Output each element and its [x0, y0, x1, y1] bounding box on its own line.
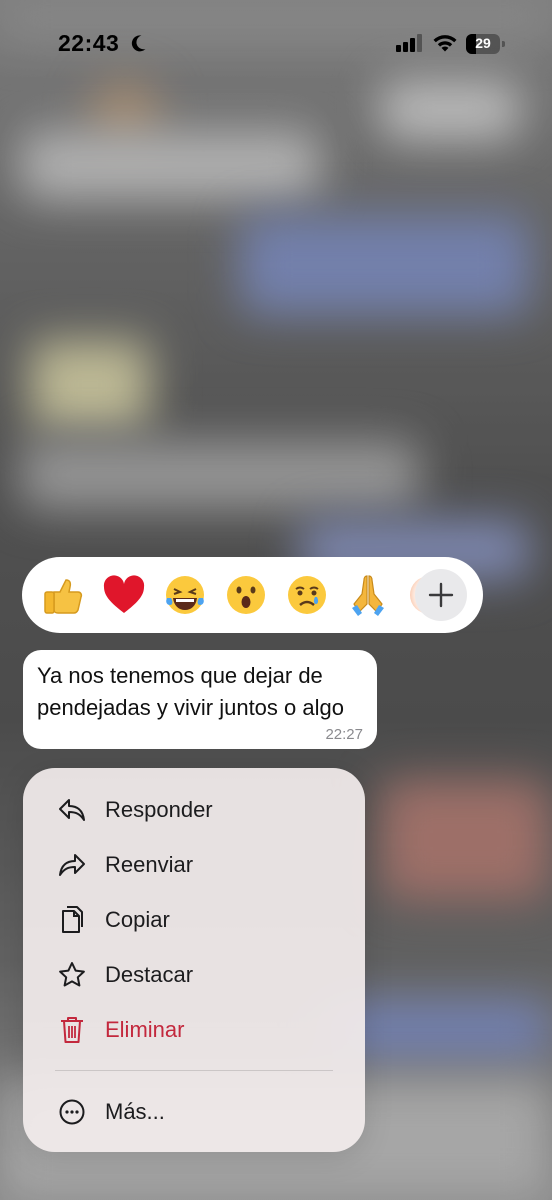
status-time: 22:43 — [58, 30, 120, 56]
reaction-bar — [22, 557, 483, 633]
plus-icon — [428, 582, 454, 608]
menu-item-copy[interactable]: Copiar — [23, 892, 365, 947]
menu-item-star[interactable]: Destacar — [23, 947, 365, 1002]
message-text: Ya nos tenemos que dejar de pendejadas y… — [37, 663, 344, 720]
selected-message-bubble[interactable]: Ya nos tenemos que dejar de pendejadas y… — [23, 650, 377, 749]
menu-item-label: Más... — [105, 1098, 165, 1124]
copy-icon — [57, 905, 87, 935]
reaction-pray[interactable] — [337, 557, 398, 633]
menu-item-label: Responder — [105, 796, 213, 822]
surprised-face-icon — [226, 576, 265, 614]
reaction-heart[interactable] — [93, 557, 154, 633]
trash-icon — [57, 1015, 87, 1045]
more-icon — [57, 1097, 87, 1127]
wifi-icon — [433, 35, 457, 52]
status-bar: 22:43 29 — [0, 0, 552, 90]
thumbs-up-icon — [43, 579, 82, 614]
moon-icon — [131, 35, 146, 52]
menu-item-forward[interactable]: Reenviar — [23, 837, 365, 892]
menu-item-label: Destacar — [105, 961, 194, 987]
message-timestamp: 22:27 — [325, 726, 363, 743]
heart-icon — [103, 575, 144, 613]
forward-icon — [57, 850, 87, 880]
crying-face-icon — [287, 576, 326, 614]
menu-item-reply[interactable]: Responder — [23, 782, 365, 837]
menu-item-label: Copiar — [105, 906, 170, 932]
battery-level: 29 — [475, 35, 491, 51]
menu-item-label: Reenviar — [105, 851, 194, 877]
reaction-crying[interactable] — [276, 557, 337, 633]
folded-hands-icon — [351, 575, 384, 616]
battery-indicator: 29 — [466, 34, 506, 54]
menu-item-delete[interactable]: Eliminar — [23, 1002, 365, 1057]
menu-item-label: Eliminar — [105, 1016, 185, 1042]
reply-icon — [57, 795, 87, 825]
more-reactions-button[interactable] — [415, 569, 467, 621]
reaction-laughing[interactable] — [154, 557, 215, 633]
cellular-signal-icon — [396, 34, 422, 52]
reaction-surprised[interactable] — [215, 557, 276, 633]
menu-item-more[interactable]: Más... — [23, 1084, 365, 1139]
message-context-menu: Responder Reenviar Copiar Destacar Elimi… — [23, 768, 365, 1152]
star-icon — [57, 960, 87, 990]
menu-divider — [55, 1070, 333, 1071]
laughing-face-icon — [165, 576, 204, 614]
reaction-thumbs-up[interactable] — [32, 557, 93, 633]
